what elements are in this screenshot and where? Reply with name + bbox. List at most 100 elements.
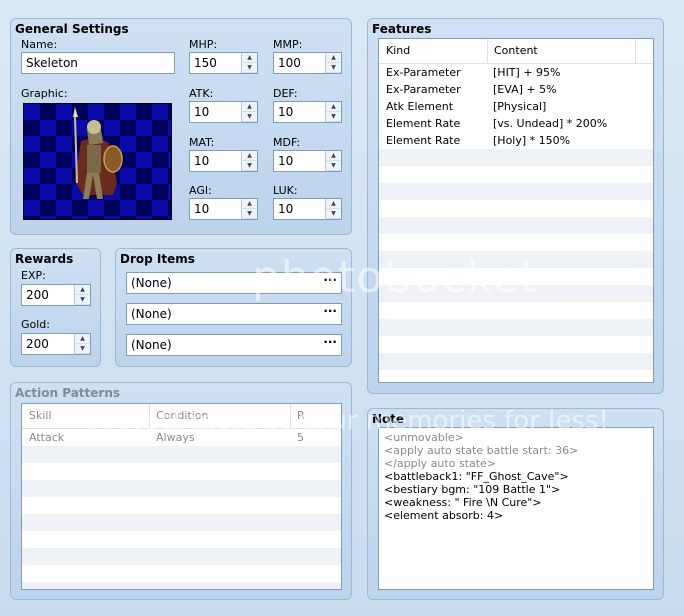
- spin-up-icon[interactable]: ▲: [241, 199, 257, 209]
- gold-field[interactable]: 200 ▲ ▼: [21, 333, 91, 355]
- table-row[interactable]: Ex-Parameter [HIT] + 95%: [379, 64, 653, 81]
- luk-field[interactable]: 10 ▲ ▼: [273, 198, 342, 220]
- column-header-r[interactable]: R: [297, 409, 305, 422]
- spin-down-icon[interactable]: ▼: [241, 161, 257, 171]
- features-title: Features: [372, 22, 432, 36]
- note-line: </apply auto state>: [384, 457, 497, 470]
- agi-field[interactable]: 10 ▲ ▼: [189, 198, 258, 220]
- spin-down-icon[interactable]: ▼: [241, 112, 257, 122]
- mdf-field[interactable]: 10 ▲ ▼: [273, 150, 342, 172]
- mat-value: 10: [194, 154, 210, 168]
- spin-up-icon[interactable]: ▲: [241, 151, 257, 161]
- spin-down-icon[interactable]: ▼: [74, 295, 90, 305]
- atk-value: 10: [194, 105, 210, 119]
- table-row[interactable]: Atk Element [Physical]: [379, 98, 653, 115]
- feature-content: [HIT] + 95%: [493, 66, 561, 79]
- note-line: <weakness: " Fire \N Cure">: [384, 496, 542, 509]
- feature-content: [Physical]: [493, 100, 547, 113]
- feature-content: [vs. Undead] * 200%: [493, 117, 608, 130]
- mat-field[interactable]: 10 ▲ ▼: [189, 150, 258, 172]
- table-row[interactable]: Element Rate [Holy] * 150%: [379, 132, 653, 149]
- table-row[interactable]: Ex-Parameter [EVA] + 5%: [379, 81, 653, 98]
- drop-items-title: Drop Items: [120, 252, 195, 266]
- exp-value: 200: [26, 288, 49, 302]
- def-field[interactable]: 10 ▲ ▼: [273, 101, 342, 123]
- stat-label-mdf: MDF:: [273, 136, 301, 149]
- mmp-field[interactable]: 100 ▲ ▼: [273, 52, 342, 74]
- note-title: Note: [372, 412, 405, 426]
- name-field[interactable]: Skeleton: [21, 52, 175, 74]
- spin-down-icon[interactable]: ▼: [325, 209, 341, 219]
- graphic-preview[interactable]: [23, 103, 172, 220]
- features-list[interactable]: Kind Content Ex-Parameter [HIT] + 95% Ex…: [378, 38, 654, 383]
- spin-up-icon[interactable]: ▲: [325, 53, 341, 63]
- drop-item-3-label: (None): [131, 338, 172, 352]
- spin-down-icon[interactable]: ▼: [241, 209, 257, 219]
- agi-value: 10: [194, 202, 210, 216]
- rewards-title: Rewards: [15, 252, 74, 266]
- def-value: 10: [278, 105, 294, 119]
- features-header: Kind Content: [379, 39, 653, 64]
- stat-label-def: DEF:: [273, 87, 298, 100]
- general-settings-title: General Settings: [15, 22, 129, 36]
- feature-kind: Element Rate: [386, 134, 461, 147]
- action-rating: 5: [297, 431, 304, 444]
- stat-label-mhp: MHP:: [189, 38, 218, 51]
- note-line: <battleback1: "FF_Ghost_Cave">: [384, 470, 569, 483]
- spin-down-icon[interactable]: ▼: [74, 344, 90, 354]
- note-line: <element absorb: 4>: [384, 509, 504, 522]
- spin-up-icon[interactable]: ▲: [241, 53, 257, 63]
- drop-item-1[interactable]: (None) ···: [126, 272, 342, 294]
- spin-down-icon[interactable]: ▼: [325, 63, 341, 73]
- mmp-value: 100: [278, 56, 301, 70]
- skeleton-sprite-icon: [73, 107, 123, 199]
- drop-item-3[interactable]: (None) ···: [126, 334, 342, 356]
- spin-down-icon[interactable]: ▼: [325, 112, 341, 122]
- drop-item-1-label: (None): [131, 276, 172, 290]
- column-header-condition[interactable]: Condition: [156, 409, 209, 422]
- spin-up-icon[interactable]: ▲: [74, 334, 90, 344]
- spin-up-icon[interactable]: ▲: [241, 102, 257, 112]
- ellipsis-icon[interactable]: ···: [323, 335, 337, 349]
- feature-content: [Holy] * 150%: [493, 134, 571, 147]
- luk-value: 10: [278, 202, 294, 216]
- spin-up-icon[interactable]: ▲: [325, 151, 341, 161]
- ellipsis-icon[interactable]: ···: [323, 273, 337, 287]
- mhp-value: 150: [194, 56, 217, 70]
- ellipsis-icon[interactable]: ···: [323, 304, 337, 318]
- atk-field[interactable]: 10 ▲ ▼: [189, 101, 258, 123]
- exp-label: EXP:: [21, 269, 46, 282]
- name-label: Name:: [21, 38, 58, 51]
- feature-kind: Ex-Parameter: [386, 66, 461, 79]
- feature-content: [EVA] + 5%: [493, 83, 557, 96]
- exp-field[interactable]: 200 ▲ ▼: [21, 284, 91, 306]
- mdf-value: 10: [278, 154, 294, 168]
- gold-value: 200: [26, 337, 49, 351]
- stat-label-luk: LUK:: [273, 184, 298, 197]
- feature-kind: Atk Element: [386, 100, 454, 113]
- spin-down-icon[interactable]: ▼: [325, 161, 341, 171]
- spin-up-icon[interactable]: ▲: [325, 102, 341, 112]
- action-condition: Always: [156, 431, 195, 444]
- stat-label-mmp: MMP:: [273, 38, 303, 51]
- drop-item-2-label: (None): [131, 307, 172, 321]
- note-line: <apply auto state battle start: 36>: [384, 444, 579, 457]
- note-textarea[interactable]: <unmovable> <apply auto state battle sta…: [378, 427, 654, 590]
- feature-kind: Ex-Parameter: [386, 83, 461, 96]
- mhp-field[interactable]: 150 ▲ ▼: [189, 52, 258, 74]
- column-header-skill[interactable]: Skill: [29, 409, 52, 422]
- action-patterns-title: Action Patterns: [15, 386, 120, 400]
- action-patterns-list[interactable]: Skill Condition R Attack Always 5: [21, 403, 342, 590]
- drop-item-2[interactable]: (None) ···: [126, 303, 342, 325]
- gold-label: Gold:: [21, 318, 50, 331]
- stat-label-atk: ATK:: [189, 87, 214, 100]
- note-line: <bestiary bgm: "109 Battle 1">: [384, 483, 561, 496]
- table-row[interactable]: Attack Always 5: [22, 429, 341, 446]
- spin-up-icon[interactable]: ▲: [325, 199, 341, 209]
- spin-up-icon[interactable]: ▲: [74, 285, 90, 295]
- column-header-kind[interactable]: Kind: [386, 44, 410, 57]
- note-line: <unmovable>: [384, 431, 464, 444]
- table-row[interactable]: Element Rate [vs. Undead] * 200%: [379, 115, 653, 132]
- column-header-content[interactable]: Content: [494, 44, 538, 57]
- spin-down-icon[interactable]: ▼: [241, 63, 257, 73]
